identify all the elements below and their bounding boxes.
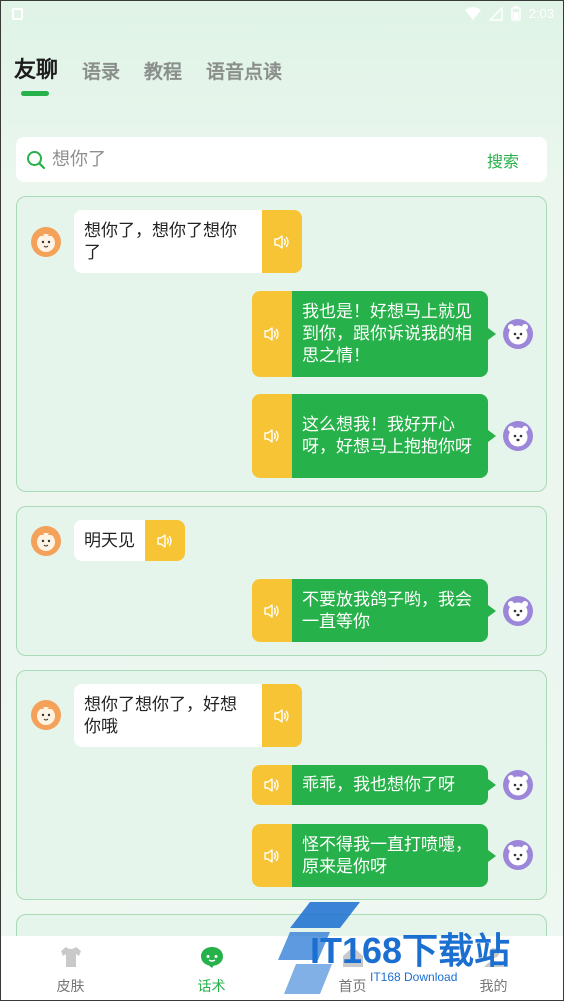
search-button[interactable]: 搜索 [487,148,519,172]
avatar-cat [31,700,61,730]
message-row-them: 明天见 [74,520,185,561]
avatar-bear [503,421,533,451]
search-bar: 搜索 [16,137,547,182]
play-audio-button[interactable] [252,824,292,887]
nav-item-mine[interactable]: 我的 [423,936,564,1001]
shirt-icon [60,947,81,967]
chat-bubble-icon [200,947,223,968]
speaker-icon [264,603,279,618]
play-audio-button[interactable] [262,684,302,747]
speaker-icon [274,708,289,723]
tab-youliao[interactable]: 友聊 [14,52,58,96]
message-bubble: 想你了想你了，好想你哦 [74,684,262,747]
message-row-them: 想你了，想你了想你了 [74,210,302,273]
user-icon [483,948,504,967]
message-row-me: 不要放我鸽子哟，我会一直等你 [252,579,496,642]
avatar-cat [31,227,61,257]
nav-label: 皮肤 [56,978,85,994]
play-audio-button[interactable] [252,765,292,805]
status-bar: 2:03 [0,0,564,30]
message-bubble: 不要放我鸽子哟，我会一直等你 [292,579,496,642]
speaker-icon [264,778,279,792]
speaker-icon [264,429,279,443]
search-input[interactable] [52,149,487,170]
message-row-me: 怪不得我一直打喷嚏，原来是你呀 [252,824,496,887]
dialog-card: 想你了，想你了想你了 我也是！好想马上就见到你，跟你诉说我的相思之情！ 这么想我… [16,196,547,492]
search-icon [27,150,46,169]
avatar-bear [503,770,533,800]
message-bubble: 怪不得我一直打喷嚏，原来是你呀 [292,824,496,887]
message-row-me: 这么想我！我好开心呀，好想马上抱抱你呀 [252,394,496,478]
message-bubble: 乖乖，我也想你了呀 [292,765,496,805]
top-tabs: 友聊 语录 教程 语音点读 [14,52,282,96]
notification-icon [12,8,23,20]
battery-icon [510,6,521,21]
speaker-icon [274,234,289,249]
speaker-icon [264,327,279,341]
message-row-me: 乖乖，我也想你了呀 [252,765,496,805]
message-row-them: 想你了想你了，好想你哦 [74,684,302,747]
avatar-bear [503,596,533,626]
play-audio-button[interactable] [145,520,185,561]
nav-label: 首页 [338,978,367,994]
message-bubble: 这么想我！我好开心呀，好想马上抱抱你呀 [292,394,496,478]
clock: 2:03 [528,6,554,21]
message-bubble: 想你了，想你了想你了 [74,210,262,273]
play-audio-button[interactable] [252,394,292,478]
message-bubble: 我也是！好想马上就见到你，跟你诉说我的相思之情！ [292,291,496,377]
avatar-cat [31,526,61,556]
wifi-icon [464,6,481,20]
tab-jiaocheng[interactable]: 教程 [144,57,182,96]
nav-item-skin[interactable]: 皮肤 [0,936,141,1001]
home-icon [342,947,363,967]
nav-item-home[interactable]: 首页 [282,936,423,1001]
bottom-nav: 皮肤 话术 首页 我的 [0,936,564,1001]
tab-yulu[interactable]: 语录 [82,57,120,96]
play-audio-button[interactable] [262,210,302,273]
dialog-card: 想你了想你了，好想你哦 乖乖，我也想你了呀 怪不得我一直打喷嚏，原来是你呀 [16,670,547,900]
message-bubble: 明天见 [74,520,145,561]
dialog-card: 明天见 不要放我鸽子哟，我会一直等你 [16,506,547,656]
nav-label: 话术 [197,978,226,994]
speaker-icon [264,848,279,863]
nav-item-huashu[interactable]: 话术 [141,936,282,1001]
avatar-bear [503,840,533,870]
signal-icon [488,6,503,21]
message-row-me: 我也是！好想马上就见到你，跟你诉说我的相思之情！ [252,291,496,377]
nav-label: 我的 [479,978,508,994]
avatar-bear [503,319,533,349]
play-audio-button[interactable] [252,579,292,642]
tab-yuyin-dianDu[interactable]: 语音点读 [206,57,282,96]
speaker-icon [157,533,172,548]
play-audio-button[interactable] [252,291,292,377]
